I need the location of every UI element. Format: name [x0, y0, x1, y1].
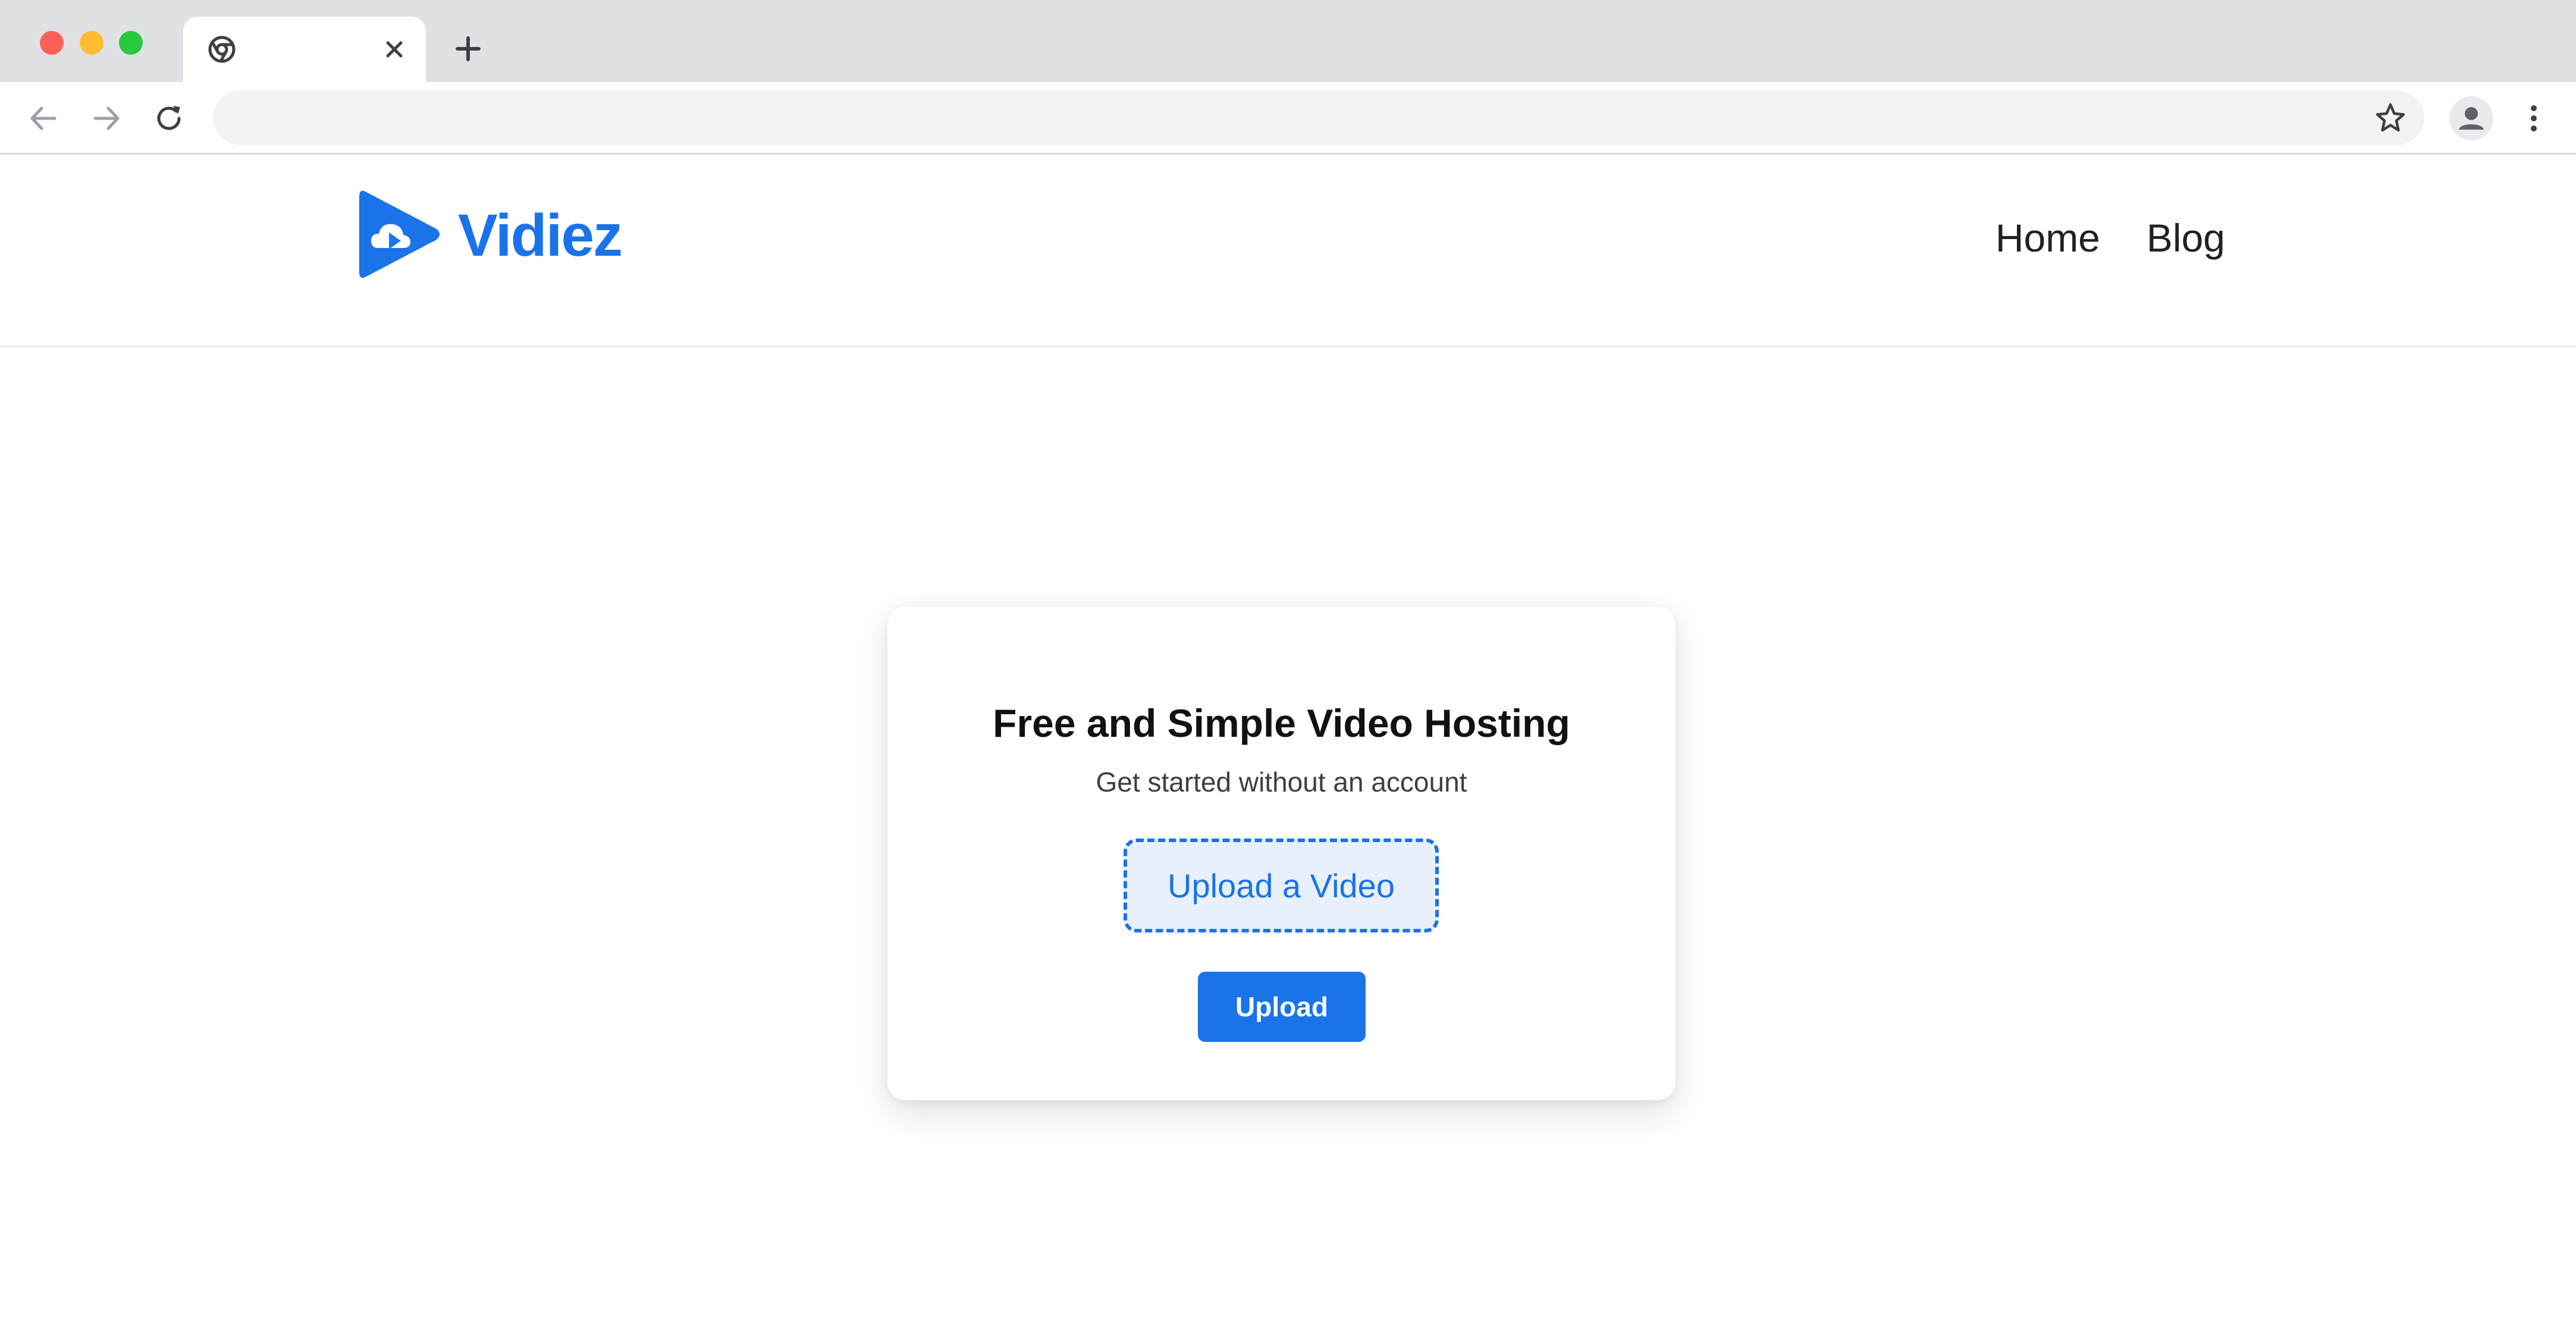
avatar-icon[interactable] [2449, 96, 2493, 140]
star-icon[interactable] [2372, 100, 2409, 137]
maximize-window-button[interactable] [119, 31, 143, 55]
plus-icon[interactable] [452, 33, 484, 65]
arrow-right-icon[interactable] [88, 100, 125, 137]
upload-button[interactable]: Upload [1198, 972, 1366, 1042]
close-window-button[interactable] [40, 31, 64, 55]
address-input[interactable] [249, 90, 2424, 145]
logo-text: Vidiez [458, 202, 623, 269]
vertical-dots-icon[interactable] [2522, 100, 2546, 137]
arrow-left-icon[interactable] [25, 100, 62, 137]
site-logo[interactable]: Vidiez [353, 183, 623, 288]
site-header: Vidiez Home Blog [0, 155, 2576, 347]
close-icon[interactable] [379, 34, 409, 64]
upload-video-dropzone[interactable]: Upload a Video [1124, 838, 1439, 932]
nav-link-home[interactable]: Home [1995, 215, 2100, 260]
browser-tab[interactable] [183, 17, 426, 82]
minimize-window-button[interactable] [80, 31, 103, 55]
card-title: Free and Simple Video Hosting [993, 701, 1570, 745]
card-subtitle: Get started without an account [1096, 767, 1467, 797]
chrome-icon [207, 34, 237, 64]
main-nav: Home Blog [1995, 215, 2225, 260]
upload-card: Free and Simple Video Hosting Get starte… [887, 607, 1676, 1100]
address-bar[interactable] [213, 90, 2424, 145]
browser-toolbar [0, 82, 2576, 155]
reload-icon[interactable] [150, 100, 187, 137]
nav-link-blog[interactable]: Blog [2147, 215, 2225, 260]
browser-tab-bar [0, 0, 2576, 82]
cloud-play-icon [353, 184, 443, 288]
